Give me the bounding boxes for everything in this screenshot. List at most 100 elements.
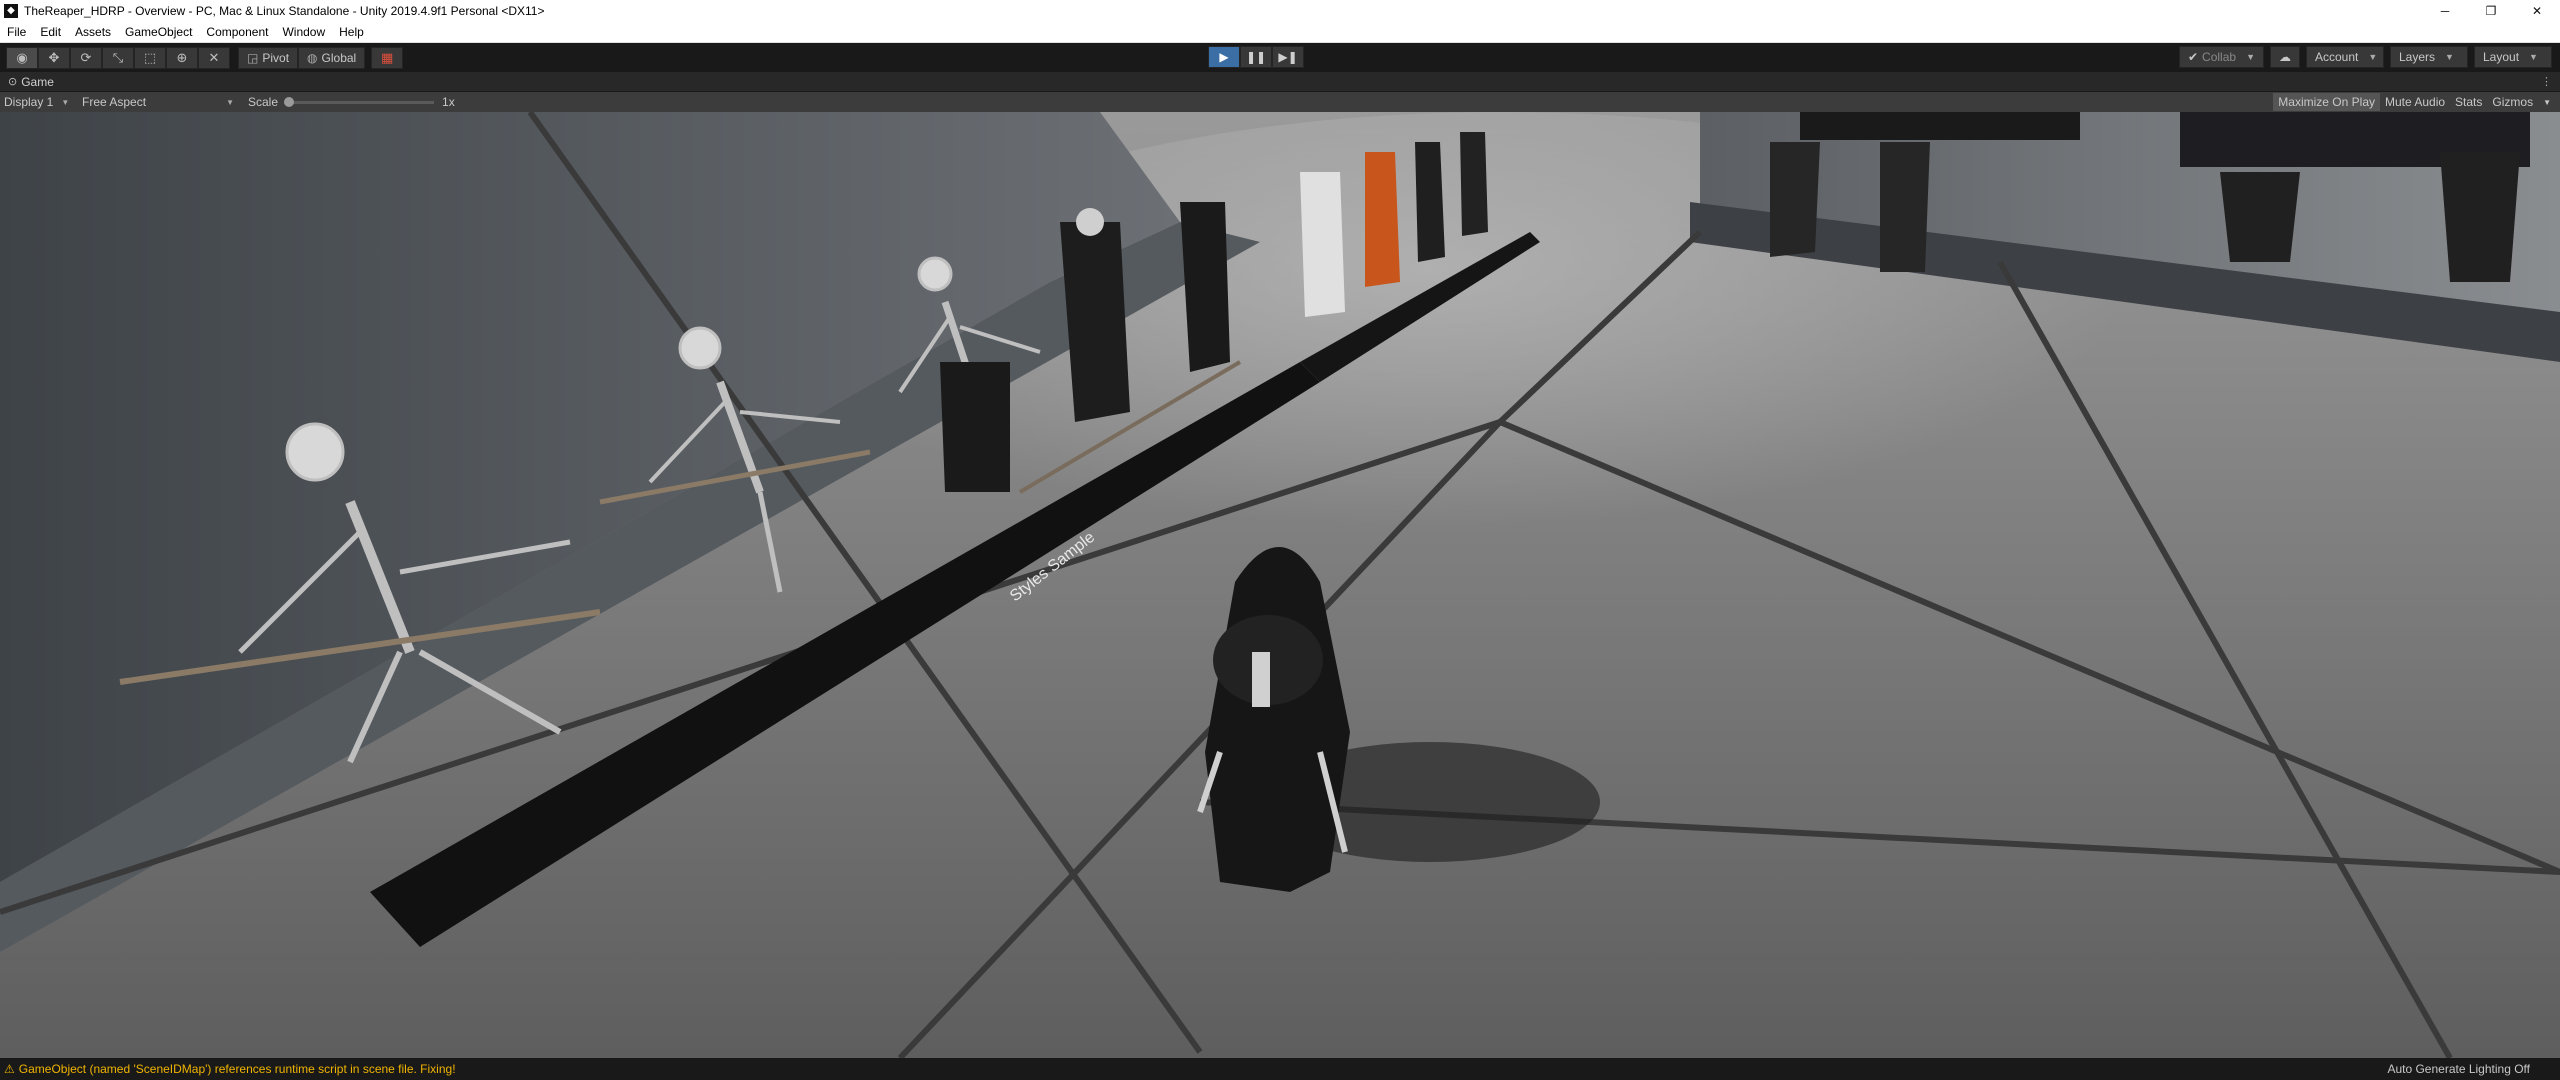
window-title-bar: ◆ TheReaper_HDRP - Overview - PC, Mac & … (0, 0, 2560, 21)
grid-snap-button[interactable]: ▦ (371, 46, 404, 69)
scale-control: Scale 1x (248, 95, 455, 109)
menu-bar: File Edit Assets GameObject Component Wi… (0, 21, 2560, 43)
move-tool-button[interactable]: ✥ (38, 46, 70, 69)
game-viewport[interactable]: Styles Sample (0, 112, 2560, 1058)
play-button[interactable]: ▶ (1208, 46, 1240, 68)
playmode-controls: ▶ ❚❚ ▶❚ (1208, 46, 1304, 68)
menu-file[interactable]: File (0, 25, 33, 39)
scale-label: Scale (248, 95, 279, 109)
display-label: Display 1 (4, 95, 54, 109)
global-toggle[interactable]: ◍ Global (298, 46, 366, 69)
view-tool-button[interactable]: ◉ (6, 46, 38, 69)
robed-figure-4 (1415, 142, 1445, 262)
account-label: Account (2315, 50, 2359, 64)
stats-toggle[interactable]: Stats (2450, 93, 2487, 111)
cloud-icon: ☁ (2279, 50, 2291, 64)
poster-frame (1800, 112, 2080, 140)
game-view-toolbar: Display 1 ▼ Free Aspect ▼ Scale 1x Maximiz… (0, 92, 2560, 112)
collab-dropdown[interactable]: ✔ Collab ▼ (2178, 46, 2264, 68)
lighting-status[interactable]: Auto Generate Lighting Off (2387, 1062, 2530, 1076)
unity-logo-icon: ◆ (4, 3, 18, 18)
menu-window[interactable]: Window (275, 25, 332, 39)
aspect-label: Free Aspect (82, 95, 147, 109)
eye-icon: ◉ (16, 49, 28, 65)
collab-label: Collab (2202, 50, 2237, 64)
menu-gameobject[interactable]: GameObject (118, 25, 199, 39)
pivot-label: Pivot (262, 50, 290, 65)
window-title: TheReaper_HDRP - Overview - PC, Mac & Li… (24, 3, 545, 18)
status-message[interactable]: GameObject (named 'SceneIDMap') referenc… (19, 1062, 456, 1076)
step-icon: ▶❚ (1278, 50, 1298, 64)
menu-assets[interactable]: Assets (68, 25, 118, 39)
mute-audio-toggle[interactable]: Mute Audio (2380, 93, 2450, 111)
maximize-button[interactable]: ❐ (2468, 0, 2514, 21)
chevron-down-icon[interactable]: ▼ (2538, 93, 2556, 111)
layout-label: Layout (2483, 50, 2520, 64)
game-view-options: Maximize On Play Mute Audio Stats Gizmos… (2273, 92, 2556, 112)
tab-game-label: Game (21, 74, 54, 89)
gamepad-icon: ⊙ (8, 76, 18, 88)
minimize-button[interactable]: ─ (2422, 0, 2468, 21)
chevron-down-icon: ▼ (2368, 52, 2378, 62)
toolbar-right: ✔ Collab ▼ ☁ Account ▼ Layers ▼ Layout ▼ (2178, 46, 2552, 68)
global-label: Global (321, 50, 357, 65)
menu-edit[interactable]: Edit (33, 25, 68, 39)
aspect-dropdown[interactable]: Free Aspect ▼ (78, 92, 238, 112)
custom-tool-button[interactable]: ✕ (198, 46, 230, 69)
robed-figure-2-face (1076, 208, 1104, 236)
reaper-mask (1252, 652, 1270, 707)
scale-slider[interactable] (284, 96, 435, 107)
robed-figure-5 (1460, 132, 1488, 236)
menu-component[interactable]: Component (199, 25, 275, 39)
chevron-down-icon: ▼ (2246, 52, 2255, 62)
game-tab-bar: ⊙ Game ⋮ (0, 72, 2560, 92)
pause-button[interactable]: ❚❚ (1240, 46, 1272, 68)
warning-icon: ⚠ (4, 1062, 15, 1076)
transform-tool-button[interactable]: ⊕ (166, 46, 198, 69)
scene-render: Styles Sample (0, 112, 2560, 1058)
tab-game[interactable]: ⊙ Game (0, 72, 62, 92)
move-icon: ✥ (48, 49, 60, 65)
chevron-down-icon: ▼ (2445, 52, 2454, 62)
scale-tool-button[interactable]: ⤡ (102, 46, 134, 69)
more-options-icon[interactable]: ⋮ (2541, 75, 2552, 88)
orange-robed-figure (1365, 152, 1400, 287)
chevron-down-icon: ▼ (226, 97, 234, 107)
account-dropdown[interactable]: Account ▼ (2306, 46, 2384, 68)
transform-tools: ◉ ✥ ⟳ ⤡ ⬚ ⊕ ✕ (6, 46, 230, 69)
pivot-icon: ◲ (247, 50, 259, 65)
scale-value: 1x (442, 95, 455, 109)
chevron-down-icon: ▼ (2529, 52, 2538, 62)
rect-icon: ⬚ (143, 49, 157, 65)
play-icon: ▶ (1219, 50, 1229, 64)
chevron-down-icon: ▼ (61, 97, 70, 107)
maximize-on-play-toggle[interactable]: Maximize On Play (2273, 93, 2380, 111)
cloud-button[interactable]: ☁ (2270, 46, 2300, 68)
far-reaper-4 (2440, 152, 2520, 282)
pivot-toggle[interactable]: ◲ Pivot (238, 46, 299, 69)
layout-dropdown[interactable]: Layout ▼ (2474, 46, 2552, 68)
rect-tool-button[interactable]: ⬚ (134, 46, 166, 69)
far-reaper-3 (2220, 172, 2300, 262)
grid-icon: ▦ (381, 49, 394, 65)
collab-check-icon: ✔ (2187, 50, 2199, 64)
step-button[interactable]: ▶❚ (1272, 46, 1304, 68)
pause-icon: ❚❚ (1245, 50, 1267, 64)
gizmos-toggle[interactable]: Gizmos (2487, 93, 2538, 111)
layers-label: Layers (2399, 50, 2436, 64)
checkered-figure (1300, 172, 1345, 317)
globe-icon: ◍ (307, 50, 318, 65)
layers-dropdown[interactable]: Layers ▼ (2390, 46, 2468, 68)
main-toolbar: ◉ ✥ ⟳ ⤡ ⬚ ⊕ ✕ ◲ Pivot ◍ Global ▦ ▶ ❚❚ ▶❚ ✔… (0, 43, 2560, 72)
rotate-icon: ⟳ (80, 49, 92, 65)
menu-help[interactable]: Help (332, 25, 371, 39)
wrench-icon: ✕ (208, 49, 220, 65)
far-reaper-2 (1880, 142, 1930, 272)
transform-icon: ⊕ (176, 49, 188, 65)
scale-slider-thumb[interactable] (284, 96, 295, 107)
display-dropdown[interactable]: Display 1 ▼ (0, 92, 78, 112)
scale-icon: ⤡ (112, 49, 124, 65)
close-button[interactable]: ✕ (2514, 0, 2560, 21)
rotate-tool-button[interactable]: ⟳ (70, 46, 102, 69)
window-controls: ─ ❐ ✕ (2422, 0, 2560, 21)
